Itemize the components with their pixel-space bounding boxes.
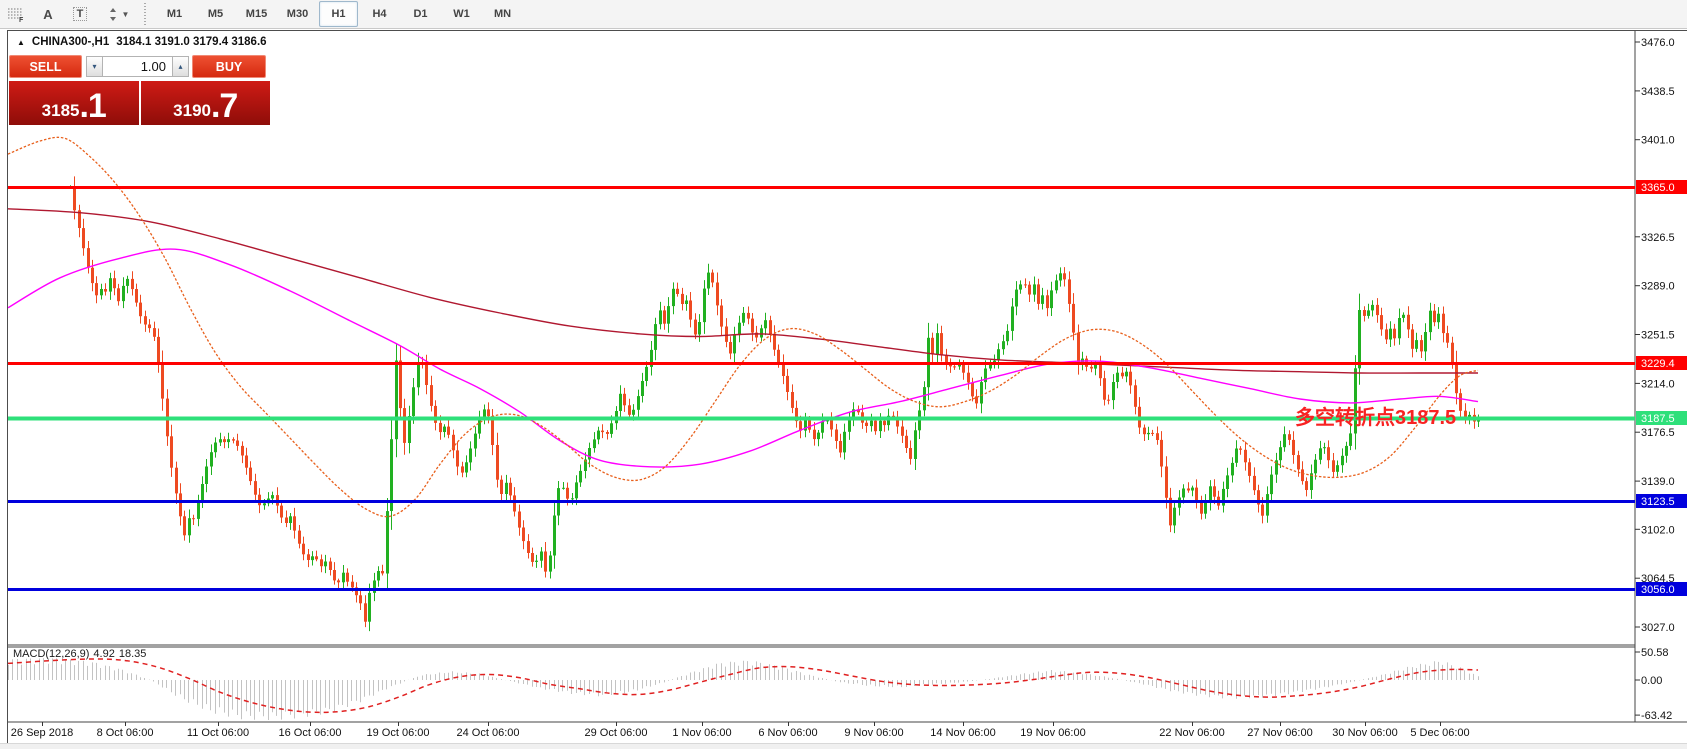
price-badge-label: 3056.0 (1641, 584, 1675, 596)
ma-fast-line (8, 137, 1478, 516)
macd-indicator-label: MACD(12,26,9) 4.92 18.35 (13, 648, 150, 660)
time-tick-label: 6 Nov 06:00 (758, 727, 817, 739)
price-badge-label: 3229.4 (1641, 358, 1675, 370)
volume-decrement-button[interactable]: ▾ (86, 56, 103, 77)
chart-text-annotation[interactable]: 多空转折点3187.5 (1295, 401, 1456, 430)
time-tick-label: 8 Oct 06:00 (97, 727, 154, 739)
macd-tick-label: -63.42 (1641, 710, 1672, 722)
bid-price-display[interactable]: 3185.1 (9, 81, 139, 125)
price-badge-label: 3187.5 (1641, 413, 1675, 425)
symbol-period-label: CHINA300-,H1 (32, 36, 109, 48)
collapse-triangle-icon[interactable]: ▲ (17, 38, 25, 47)
price-tick-label: 3476.0 (1641, 37, 1675, 49)
main-price-panel (8, 137, 1480, 631)
price-badge-label: 3123.5 (1641, 496, 1675, 508)
time-tick-label: 9 Nov 06:00 (844, 727, 903, 739)
ask-price-display[interactable]: 3190.7 (141, 81, 271, 125)
bid-price-fraction: .1 (79, 91, 105, 121)
time-tick-label: 19 Nov 06:00 (1020, 727, 1085, 739)
time-tick-label: 26 Sep 2018 (11, 727, 73, 739)
price-tick-label: 3139.0 (1641, 476, 1675, 488)
buy-button[interactable]: BUY (192, 55, 266, 78)
trading-terminal-window: F A T ▼ M1M5M15M30H1H4D1W1MN 3476.03438.… (0, 0, 1687, 749)
ask-price-fraction: .7 (211, 91, 237, 121)
candlesticks (69, 176, 1480, 631)
bid-price-main: 3185 (42, 101, 80, 121)
price-axis[interactable]: 3476.0 3438.5 3401.0 3326.5 3289.0 3251.5 3214… (1635, 37, 1687, 722)
macd-panel (8, 658, 1479, 720)
price-tick-label: 3326.5 (1641, 232, 1675, 244)
time-tick-label: 14 Nov 06:00 (930, 727, 995, 739)
time-tick-label: 29 Oct 06:00 (585, 727, 648, 739)
price-badge-label: 3365.0 (1641, 182, 1675, 194)
sell-button[interactable]: SELL (9, 55, 82, 78)
price-tick-label: 3214.0 (1641, 378, 1675, 390)
time-tick-label: 16 Oct 06:00 (279, 727, 342, 739)
ohlc-values: 3184.1 3191.0 3179.4 3186.6 (116, 36, 266, 48)
ma-slow-line (8, 209, 1478, 373)
chart-frame (8, 31, 1687, 722)
time-tick-label: 1 Nov 06:00 (672, 727, 731, 739)
price-tick-label: 3401.0 (1641, 135, 1675, 147)
one-click-trade-panel: SELL ▾ 1.00 ▴ BUY 3185.1 3190.7 (9, 55, 270, 125)
macd-main-value: 4.92 (93, 648, 114, 660)
price-tick-label: 3102.0 (1641, 524, 1675, 536)
time-tick-label: 11 Oct 06:00 (187, 727, 249, 739)
macd-histogram (9, 658, 1479, 720)
time-tick-label: 30 Nov 06:00 (1332, 727, 1397, 739)
ask-price-main: 3190 (173, 101, 211, 121)
time-tick-label: 19 Oct 06:00 (367, 727, 430, 739)
macd-tick-label: 0.00 (1641, 675, 1662, 687)
price-tick-label: 3289.0 (1641, 281, 1675, 293)
macd-tick-label: 50.58 (1641, 647, 1669, 659)
time-tick-label: 27 Nov 06:00 (1247, 727, 1312, 739)
price-tick-label: 3251.5 (1641, 330, 1675, 342)
volume-input[interactable]: 1.00 (103, 56, 172, 77)
price-tick-label: 3438.5 (1641, 86, 1675, 98)
window-bottom-strip (0, 743, 1687, 749)
macd-name: MACD(12,26,9) (13, 648, 89, 660)
time-tick-label: 5 Dec 06:00 (1410, 727, 1469, 739)
time-axis[interactable]: 26 Sep 2018 8 Oct 06:00 11 Oct 06:00 16 Oct… (11, 722, 1470, 739)
price-tick-label: 3027.0 (1641, 622, 1675, 634)
volume-increment-button[interactable]: ▴ (172, 56, 189, 77)
macd-signal-value: 18.35 (119, 648, 147, 660)
time-tick-label: 22 Nov 06:00 (1159, 727, 1224, 739)
price-tick-label: 3176.5 (1641, 427, 1675, 439)
time-tick-label: 24 Oct 06:00 (457, 727, 520, 739)
chart-header: ▲ CHINA300-,H1 3184.1 3191.0 3179.4 3186… (14, 35, 270, 49)
